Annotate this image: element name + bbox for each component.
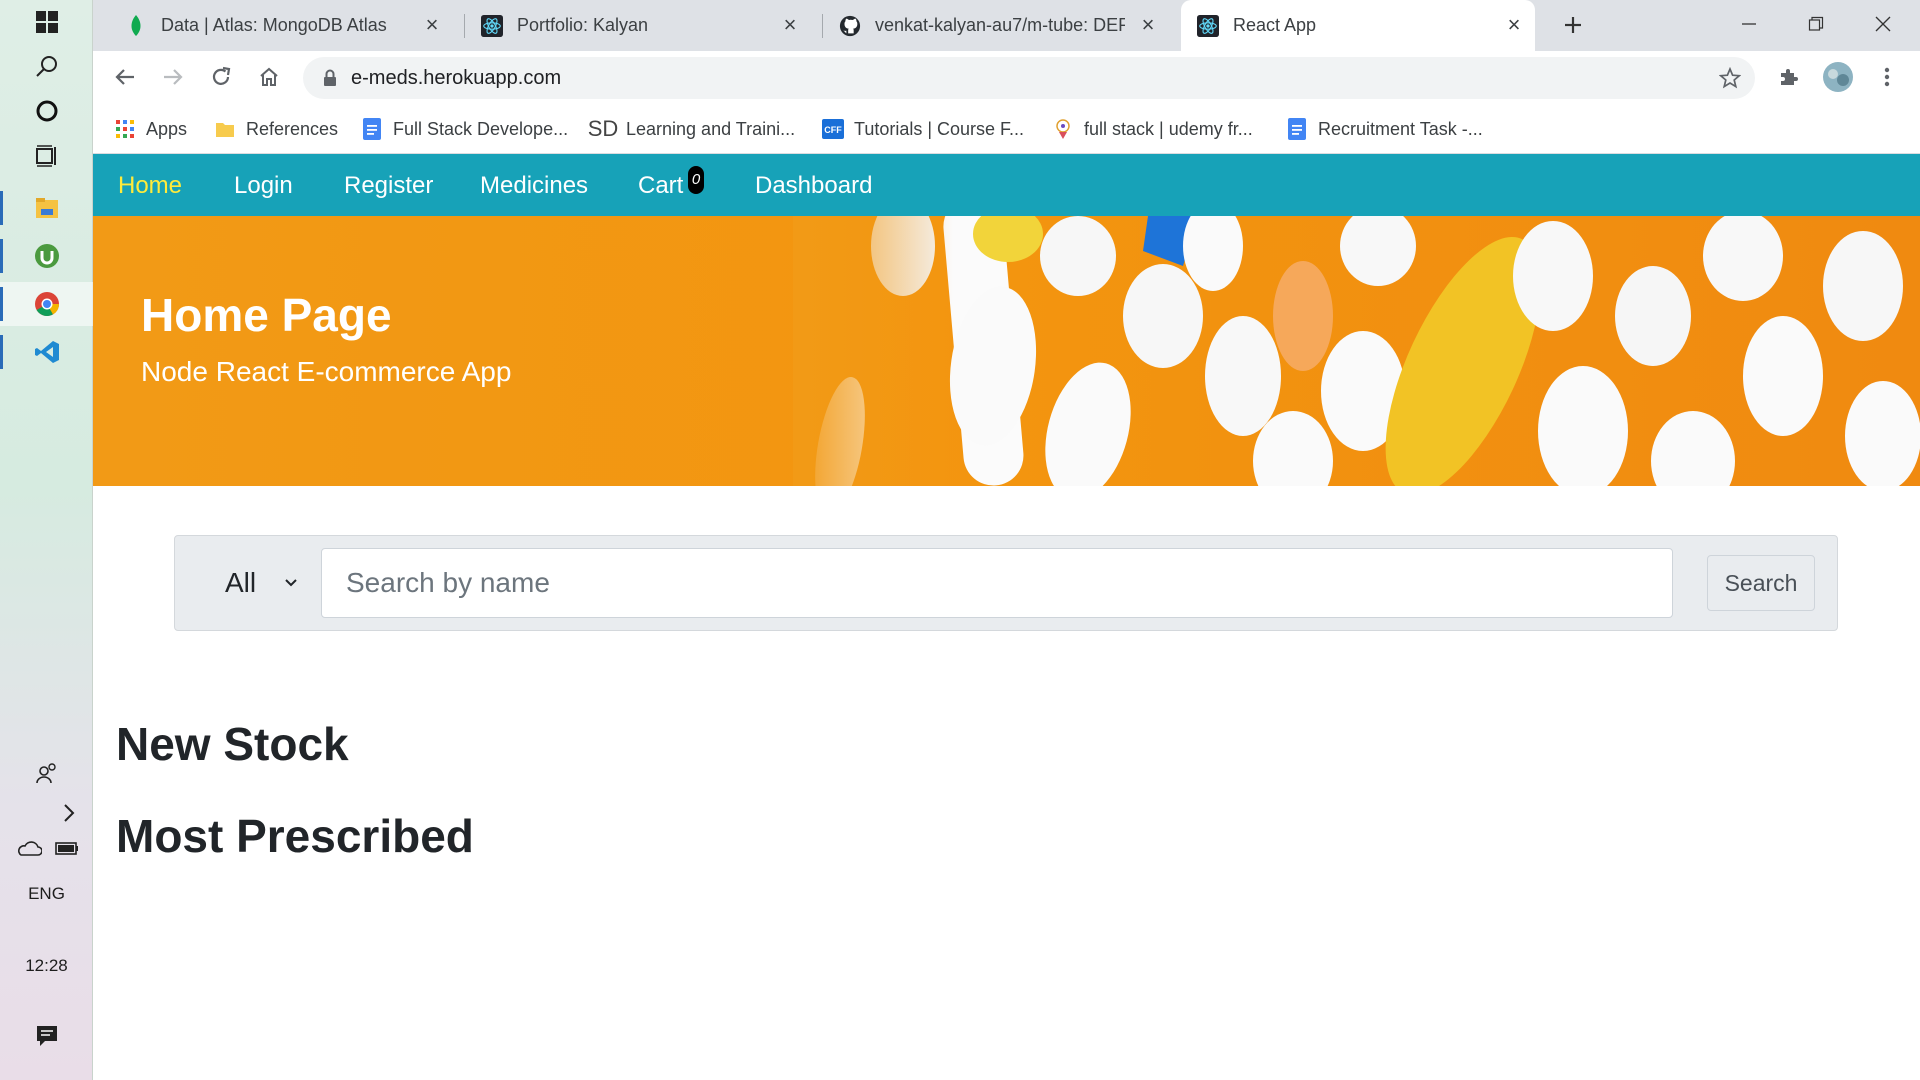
most-prescribed-heading: Most Prescribed: [116, 810, 474, 862]
notifications-icon[interactable]: [0, 1014, 93, 1058]
close-icon[interactable]: ×: [779, 14, 801, 36]
tab-title: venkat-kalyan-au7/m-tube: DEPL: [875, 15, 1125, 35]
svg-text:CFF: CFF: [824, 125, 842, 135]
hero-banner: Home Page Node React E-commerce App: [93, 216, 1920, 486]
tab-portfolio[interactable]: Portfolio: Kalyan ×: [481, 0, 811, 51]
close-icon[interactable]: ×: [421, 14, 443, 36]
windows-taskbar: ENG 12:28: [0, 0, 93, 1080]
web-page: Home Login Register Medicines Cart 0 Das…: [93, 154, 1920, 1080]
bookmark-label: Learning and Traini...: [626, 118, 796, 139]
nav-login[interactable]: Login: [234, 172, 293, 200]
nav-home[interactable]: Home: [118, 172, 182, 200]
lock-icon[interactable]: [323, 69, 337, 87]
file-explorer-icon[interactable]: [0, 186, 93, 230]
home-button[interactable]: [251, 59, 287, 95]
cff-icon: CFF: [822, 118, 844, 140]
docs-icon: [361, 118, 383, 140]
tab-strip: Data | Atlas: MongoDB Atlas × Portfolio:…: [93, 0, 1920, 51]
bookmark-label: Tutorials | Course F...: [854, 118, 1025, 139]
tab-mongodb-atlas[interactable]: Data | Atlas: MongoDB Atlas ×: [125, 0, 453, 51]
tab-react-app[interactable]: React App ×: [1181, 0, 1535, 51]
close-icon[interactable]: ×: [1137, 14, 1159, 36]
category-select[interactable]: All: [203, 548, 321, 618]
bookmark-full-stack-developer[interactable]: Full Stack Develope...: [361, 114, 568, 144]
bookmark-label: Apps: [146, 118, 188, 139]
task-view-icon[interactable]: [0, 134, 93, 178]
bookmark-references[interactable]: References: [214, 114, 338, 144]
restore-button[interactable]: [1796, 6, 1836, 42]
vscode-icon[interactable]: [0, 330, 93, 374]
chrome-icon[interactable]: [0, 282, 93, 326]
bookmarks-bar: Apps References Full Stack Develope... S…: [93, 104, 1920, 154]
nav-medicines[interactable]: Medicines: [480, 172, 588, 200]
star-icon[interactable]: [1719, 67, 1741, 89]
profile-avatar[interactable]: [1820, 59, 1856, 95]
tab-github[interactable]: venkat-kalyan-au7/m-tube: DEPL ×: [839, 0, 1169, 51]
address-bar[interactable]: e-meds.herokuapp.com: [303, 57, 1755, 99]
mongodb-leaf-icon: [125, 14, 147, 37]
new-stock-heading: New Stock: [116, 718, 349, 770]
cart-count-badge: 0: [688, 166, 704, 194]
nav-register[interactable]: Register: [344, 172, 433, 200]
bookmark-label: Recruitment Task -...: [1318, 118, 1483, 139]
search-input[interactable]: [321, 548, 1673, 618]
nav-dashboard[interactable]: Dashboard: [755, 172, 872, 200]
more-menu-icon[interactable]: [1869, 59, 1905, 95]
tab-title: React App: [1233, 15, 1317, 35]
bookmark-label: full stack | udemy fr...: [1084, 118, 1253, 139]
forward-button[interactable]: [155, 59, 191, 95]
close-icon[interactable]: ×: [1503, 14, 1525, 36]
bookmark-udemy[interactable]: full stack | udemy fr...: [1052, 114, 1253, 144]
bookmark-tutorials[interactable]: CFF Tutorials | Course F...: [822, 114, 1024, 144]
sd-icon: SD: [587, 116, 619, 141]
nav-cart[interactable]: Cart: [638, 172, 683, 200]
bookmark-learning-and-training[interactable]: SD Learning and Traini...: [587, 114, 796, 144]
udemy-icon: [1052, 118, 1074, 140]
category-select-value: All: [225, 567, 257, 598]
close-window-button[interactable]: [1863, 6, 1903, 42]
search-bar: All Search: [174, 535, 1838, 631]
new-tab-button[interactable]: [1553, 7, 1593, 43]
browser-window: Data | Atlas: MongoDB Atlas × Portfolio:…: [93, 0, 1920, 154]
hero-subtitle: Node React E-commerce App: [141, 356, 512, 387]
url-text[interactable]: e-meds.herokuapp.com: [351, 67, 561, 90]
github-icon: [839, 15, 861, 37]
apps-grid-icon: [114, 118, 136, 140]
people-icon[interactable]: [0, 751, 93, 795]
docs-icon: [1286, 118, 1308, 140]
tab-title: Data | Atlas: MongoDB Atlas: [161, 15, 387, 35]
search-icon[interactable]: [0, 44, 93, 88]
windows-start-icon[interactable]: [0, 0, 93, 44]
utorrent-icon[interactable]: [0, 234, 93, 278]
tab-title: Portfolio: Kalyan: [517, 15, 649, 35]
browser-toolbar: e-meds.herokuapp.com: [93, 51, 1920, 104]
minimize-button[interactable]: [1729, 6, 1769, 42]
clock[interactable]: 12:28: [0, 956, 93, 976]
reload-button[interactable]: [203, 59, 239, 95]
site-navbar: Home Login Register Medicines Cart 0 Das…: [93, 154, 1920, 216]
bookmark-apps[interactable]: Apps: [114, 114, 187, 144]
bookmark-recruitment-task[interactable]: Recruitment Task -...: [1286, 114, 1483, 144]
hero-title: Home Page: [141, 289, 392, 341]
react-icon: [1197, 14, 1219, 37]
react-icon: [481, 14, 503, 37]
folder-icon: [214, 118, 236, 140]
pills-background-image: [793, 216, 1920, 486]
extensions-icon[interactable]: [1771, 59, 1807, 95]
chevron-down-icon: [284, 578, 298, 588]
language-indicator[interactable]: ENG: [0, 884, 93, 904]
search-button[interactable]: Search: [1707, 555, 1815, 611]
bookmark-label: References: [246, 118, 339, 139]
back-button[interactable]: [107, 59, 143, 95]
cortana-icon[interactable]: [0, 89, 93, 133]
bookmark-label: Full Stack Develope...: [393, 118, 569, 139]
